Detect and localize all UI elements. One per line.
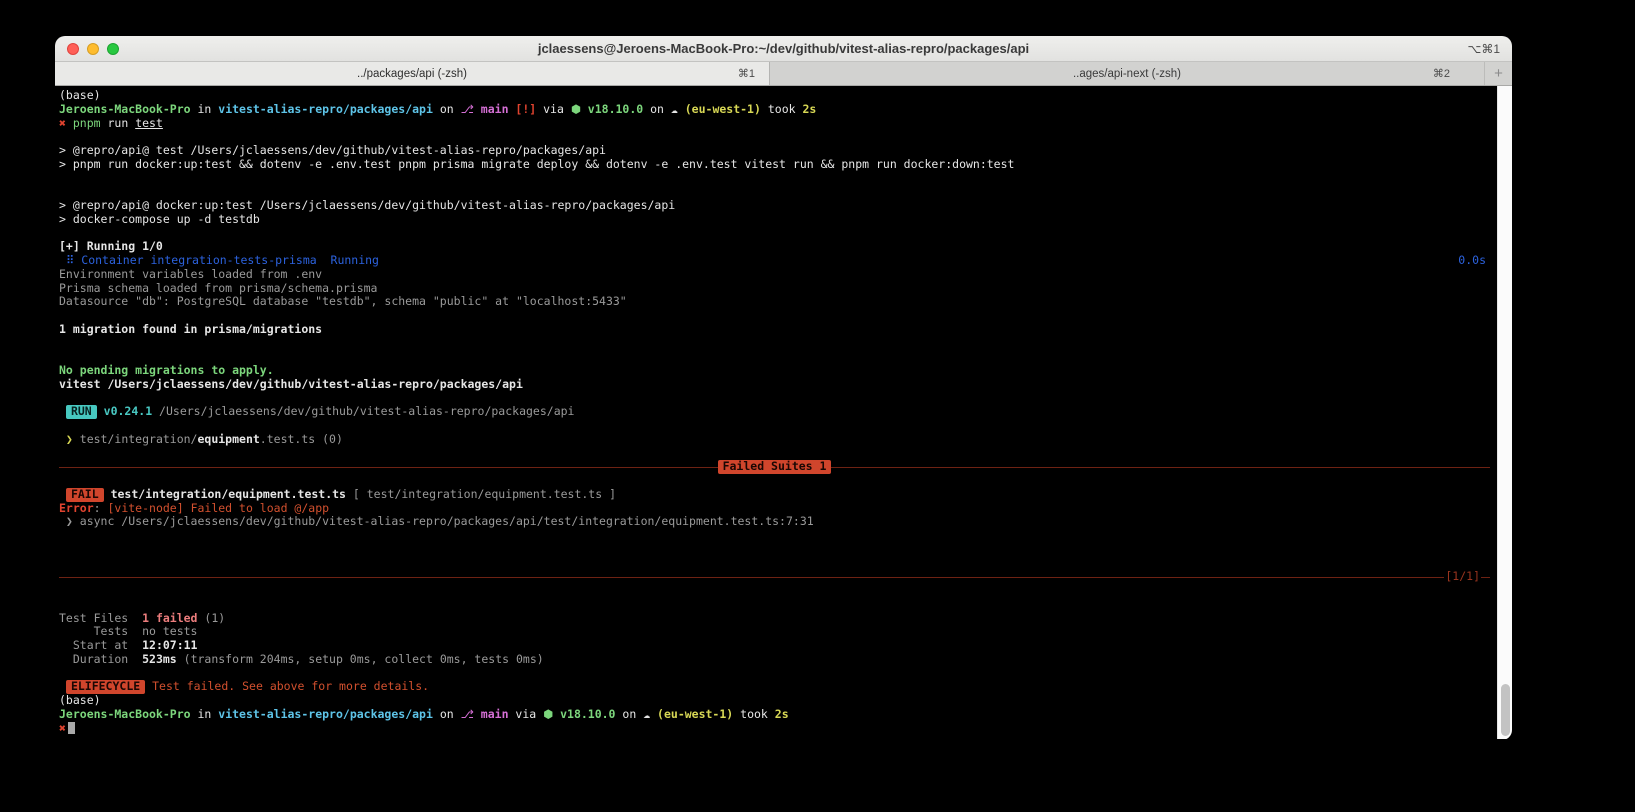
zoom-button[interactable] [107, 42, 119, 55]
terminal-line: Prisma schema loaded from prisma/schema.… [59, 280, 378, 295]
tab-shortcut: ⌘2 [1432, 68, 1450, 80]
terminal-line: RUN v0.24.1 /Users/jclaessens/dev/github… [59, 404, 1490, 420]
terminal-line: (base) [59, 693, 101, 707]
terminal-line: Start at 12:07:11 [59, 638, 198, 652]
tab-shortcut: ⌘1 [737, 68, 755, 80]
scrollbar-thumb[interactable] [1501, 684, 1510, 736]
terminal-line: 0.0s ⠿ Container integration-tests-prism… [59, 253, 1486, 267]
terminal-cursor [67, 721, 75, 734]
terminal-line: > pnpm run docker:up:test && dotenv -e .… [59, 156, 1015, 171]
terminal-line: Tests no tests [59, 624, 198, 639]
terminal-line: Environment variables loaded from .env [59, 266, 323, 281]
terminal-line: Jeroens-MacBook-Pro in vitest-alias-repr… [59, 101, 817, 116]
terminal-line: > @repro/api@ docker:up:test /Users/jcla… [59, 198, 676, 212]
terminal-line: ELIFECYCLE Test failed. See above for mo… [59, 679, 1490, 695]
terminal-line: ✖ [59, 721, 1490, 736]
traffic-lights [67, 36, 119, 61]
tab-packages-api[interactable]: ../packages/api (-zsh) ⌘1 [55, 62, 769, 85]
terminal-divider: Failed Suites 1 [59, 459, 1491, 475]
terminal-line: ❯ test/integration/equipment.test.ts (0) [59, 431, 343, 446]
terminal-body[interactable]: (base) Jeroens-MacBook-Pro in vitest-alia… [55, 86, 1512, 739]
minimize-button[interactable] [87, 42, 99, 55]
terminal-divider: [1/1] [59, 569, 1490, 584]
terminal-line: Duration 523ms (transform 204ms, setup 0… [59, 651, 544, 666]
terminal-line: Error: [vite-node] Failed to load @/app [59, 500, 330, 515]
terminal-line: ❯ async /Users/jclaessens/dev/github/vit… [59, 514, 814, 529]
progress-label: [1/1] [1445, 569, 1480, 584]
tab-bar: ../packages/api (-zsh) ⌘1 ..ages/api-nex… [55, 62, 1512, 86]
window-titlebar[interactable]: jclaessens@Jeroens-MacBook-Pro:~/dev/git… [55, 36, 1512, 62]
terminal-window: jclaessens@Jeroens-MacBook-Pro:~/dev/git… [55, 36, 1512, 740]
terminal-line: No pending migrations to apply. [59, 363, 274, 377]
failed-suites-badge: Failed Suites 1 [717, 459, 832, 475]
terminal-line: Jeroens-MacBook-Pro in vitest-alias-repr… [59, 706, 789, 721]
terminal-line: Test Files 1 failed (1) [59, 610, 226, 625]
close-button[interactable] [67, 42, 79, 55]
tab-label: ../packages/api (-zsh) [357, 67, 467, 80]
terminal-line: FAIL test/integration/equipment.test.ts … [59, 487, 1490, 502]
terminal-line: > @repro/api@ test /Users/jclaessens/dev… [59, 143, 606, 157]
tab-api-next[interactable]: ..ages/api-next (-zsh) ⌘2 [769, 62, 1484, 85]
terminal-line: ✖ pnpm run test [59, 115, 163, 130]
terminal-pane: (base) Jeroens-MacBook-Pro in vitest-alia… [55, 86, 1512, 739]
scrollbar-track[interactable] [1497, 86, 1512, 739]
window-shortcut-label: ⌥⌘1 [1467, 41, 1500, 56]
tab-label: ..ages/api-next (-zsh) [1072, 67, 1181, 80]
window-title: jclaessens@Jeroens-MacBook-Pro:~/dev/git… [537, 41, 1030, 56]
terminal-line: 1 migration found in prisma/migrations [59, 321, 323, 336]
terminal-line: > docker-compose up -d testdb [59, 211, 260, 226]
terminal-line: [+] Running 1/0 [59, 239, 163, 254]
new-tab-button[interactable]: + [1484, 62, 1512, 85]
terminal-line: (base) [59, 88, 101, 102]
terminal-line: Datasource "db": PostgreSQL database "te… [59, 294, 627, 309]
terminal-line: vitest /Users/jclaessens/dev/github/vite… [59, 376, 523, 391]
